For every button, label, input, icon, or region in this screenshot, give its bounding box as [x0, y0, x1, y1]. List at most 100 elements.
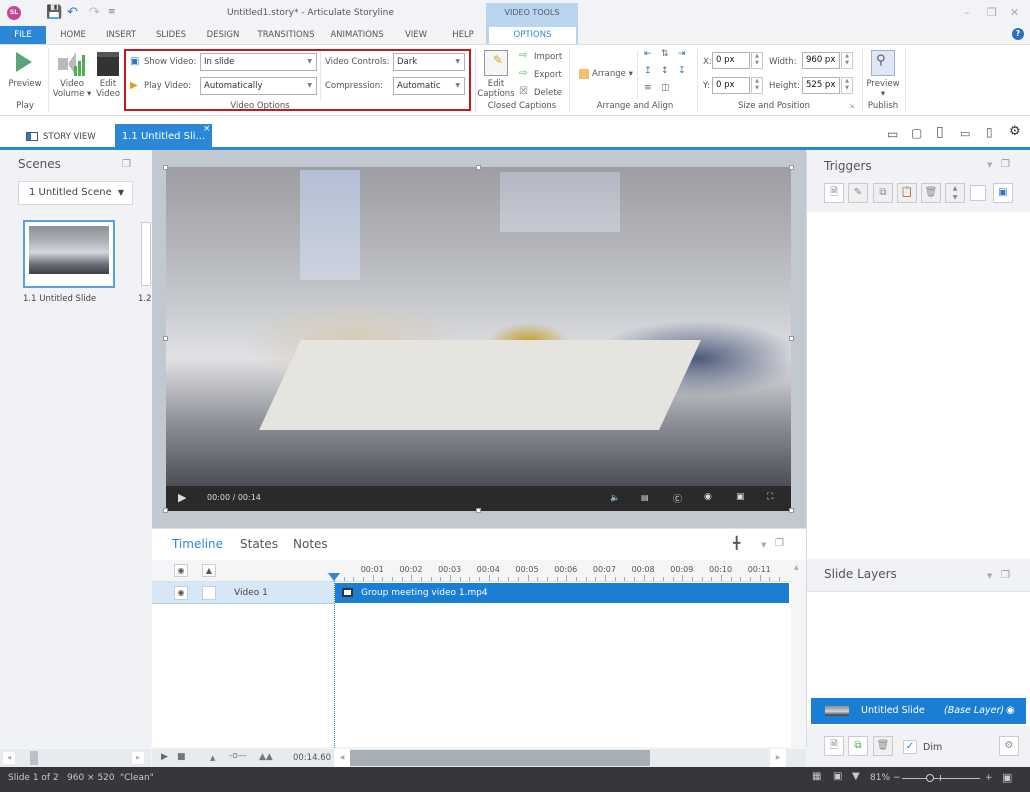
base-layer-row[interactable]: Untitled Slide (Base Layer) ◉ — [811, 698, 1026, 724]
zoom-slider-track[interactable] — [902, 778, 980, 779]
tab-story-view[interactable]: STORY VIEW — [20, 126, 96, 148]
captions-icon[interactable]: ▤ — [641, 493, 649, 502]
restore-panel-icon[interactable]: ❐ — [775, 538, 784, 549]
edit-trigger-button[interactable]: ✎ — [848, 183, 868, 203]
arrange-button[interactable]: Arrange ▾ — [592, 69, 633, 79]
restore-panel-icon[interactable]: ❐ — [122, 159, 131, 170]
resize-handle[interactable] — [789, 165, 794, 170]
align-bottom-icon[interactable]: ↧ — [678, 66, 686, 76]
lock-checkbox[interactable] — [202, 586, 216, 600]
scenes-horizontal-scrollbar[interactable] — [0, 749, 151, 767]
restore-panel-icon[interactable]: ❐ — [1001, 570, 1010, 581]
video-play-icon[interactable]: ▶ — [178, 491, 186, 504]
gear-icon[interactable]: ⚙ — [1009, 124, 1021, 139]
minimize-button[interactable]: – — [964, 6, 970, 19]
align-to-playhead-icon[interactable]: ╋ — [733, 536, 740, 550]
duplicate-layer-button[interactable]: ⧉ — [848, 736, 868, 756]
slide-thumbnail-2[interactable] — [141, 222, 151, 286]
resize-handle[interactable] — [789, 336, 794, 341]
fit-to-window-icon[interactable]: ▣ — [1002, 771, 1012, 784]
app-logo[interactable]: SL — [7, 6, 21, 20]
resize-handle[interactable] — [163, 165, 168, 170]
tablet-portrait-icon[interactable]: ▯ — [936, 124, 944, 140]
slide-thumbnail-1[interactable] — [23, 220, 115, 288]
resize-handle[interactable] — [163, 508, 168, 513]
visibility-eye-icon[interactable]: ◉ — [174, 586, 188, 600]
tab-insert[interactable]: INSERT — [100, 26, 142, 44]
tablet-landscape-icon[interactable]: ▢ — [911, 126, 922, 140]
compression-dropdown[interactable]: Automatic ▼ — [393, 77, 465, 95]
y-spinner[interactable]: ▲ ▼ — [751, 77, 763, 94]
chevron-down-icon[interactable]: ▼ — [761, 541, 766, 549]
move-trigger-button[interactable]: ▲ ▼ — [945, 183, 965, 203]
export-button[interactable]: Export — [534, 70, 562, 80]
tab-file[interactable]: FILE — [0, 26, 46, 44]
align-left-icon[interactable]: ⇤ — [644, 49, 652, 59]
tab-slide[interactable]: 1.1 Untitled Sli... — [115, 124, 212, 150]
y-input[interactable]: 0 px — [712, 77, 750, 94]
show-all-eye-icon[interactable]: ◉ — [174, 564, 188, 577]
close-tab-icon[interactable]: × — [203, 124, 211, 134]
eye-icon[interactable]: ◉ — [1006, 698, 1015, 724]
save-icon[interactable]: 💾 — [46, 5, 62, 20]
resize-handle[interactable] — [476, 508, 481, 513]
x-input[interactable]: 0 px — [712, 52, 750, 69]
import-button[interactable]: Import — [534, 52, 562, 62]
dim-checkbox[interactable]: ✓ — [903, 740, 917, 754]
video-controls-dropdown[interactable]: Dark ▼ — [393, 53, 465, 71]
timeline-play-icon[interactable]: ▶ — [161, 752, 168, 762]
copy-trigger-button[interactable]: ⧉ — [873, 183, 893, 203]
settings-icon[interactable]: Ⓒ — [673, 492, 682, 505]
restore-panel-icon[interactable]: ❐ — [1001, 159, 1010, 170]
scroll-left-button[interactable]: ◀ — [3, 752, 15, 764]
tab-transitions[interactable]: TRANSITIONS — [252, 26, 320, 44]
normal-view-icon[interactable]: ▣ — [833, 771, 842, 782]
tab-options[interactable]: OPTIONS — [489, 27, 576, 45]
chevron-down-icon[interactable]: ▼ — [987, 572, 992, 580]
tab-home[interactable]: HOME — [52, 26, 94, 44]
close-button[interactable]: ✕ — [1010, 6, 1019, 19]
align-center-icon[interactable]: ⇅ — [661, 49, 669, 59]
scroll-right-button[interactable]: ▶ — [770, 749, 786, 767]
picture-in-picture-icon[interactable]: ▣ — [736, 492, 745, 502]
x-spinner[interactable]: ▲ ▼ — [751, 52, 763, 69]
preview-button[interactable]: Preview — [6, 79, 44, 89]
align-right-icon[interactable]: ⇥ — [678, 49, 686, 59]
resize-handle[interactable] — [476, 165, 481, 170]
zoom-slider-thumb[interactable] — [926, 774, 934, 782]
restore-button[interactable]: ❐ — [987, 6, 997, 19]
zoom-in-button[interactable]: + — [985, 773, 993, 783]
variables-button[interactable]: ▣ — [993, 183, 1013, 203]
zoom-out-icon[interactable]: ▲ — [210, 754, 215, 762]
delete-button[interactable]: Delete — [534, 88, 562, 98]
lock-all-icon[interactable]: ▲ — [202, 564, 216, 577]
layer-settings-gear-icon[interactable]: ⚙ — [999, 736, 1019, 756]
scene-dropdown[interactable]: 1 Untitled Scene ▼ — [18, 181, 133, 205]
tab-help[interactable]: HELP — [445, 26, 481, 44]
chevron-down-icon[interactable]: ▼ — [987, 161, 992, 169]
align-middle-icon[interactable]: ↕ — [661, 66, 669, 76]
scroll-right-button[interactable]: ▶ — [132, 752, 144, 764]
edit-captions-icon[interactable]: ✎ — [484, 50, 508, 76]
video-frame[interactable] — [166, 167, 791, 486]
scroll-left-button[interactable]: ◀ — [334, 749, 350, 767]
show-video-dropdown[interactable]: In slide ▼ — [200, 53, 317, 71]
playhead[interactable] — [328, 573, 340, 581]
distribute-vertical-icon[interactable]: ≡ — [644, 83, 652, 93]
scenes-scroll-thumb[interactable] — [30, 751, 38, 765]
timeline-vertical-scrollbar[interactable]: ▲ — [791, 562, 806, 747]
customize-quick-access-icon[interactable]: ≡ — [108, 7, 116, 17]
zoom-out-button[interactable]: − — [893, 773, 901, 783]
undo-icon[interactable]: ↶ — [67, 5, 78, 20]
edit-video-icon[interactable] — [97, 52, 119, 76]
width-input[interactable]: 960 px — [802, 52, 840, 69]
timeline-horizontal-scrollbar[interactable] — [350, 750, 650, 766]
timeline-clip[interactable]: Group meeting video 1.mp4 — [335, 583, 789, 603]
video-volume-icon[interactable] — [58, 52, 86, 76]
resize-handle[interactable] — [163, 336, 168, 341]
zoom-in-icon[interactable]: ▲▲ — [259, 752, 273, 762]
delete-trigger-button[interactable]: 🗑 — [921, 183, 941, 203]
tab-slides[interactable]: SLIDES — [150, 26, 192, 44]
tab-view[interactable]: VIEW — [397, 26, 435, 44]
tab-timeline[interactable]: Timeline — [172, 537, 223, 551]
